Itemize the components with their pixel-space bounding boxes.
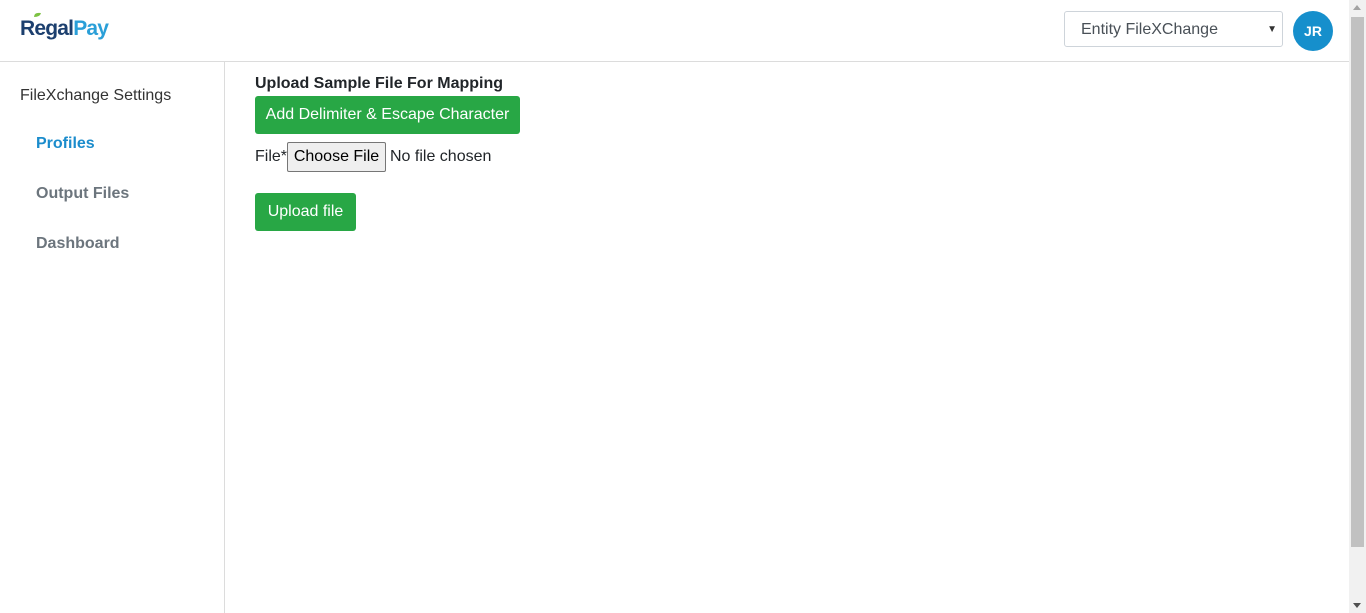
add-delimiter-button[interactable]: Add Delimiter & Escape Character [255, 96, 520, 134]
sidebar-item-dashboard[interactable]: Dashboard [36, 235, 120, 253]
upload-file-button[interactable]: Upload file [255, 193, 356, 231]
choose-file-button[interactable]: Choose File [287, 142, 386, 172]
sidebar-item-output-files[interactable]: Output Files [36, 185, 129, 203]
sidebar-title: FileXchange Settings [20, 87, 172, 104]
scroll-down-icon[interactable] [1353, 603, 1361, 608]
chevron-down-icon: ▼ [1267, 24, 1277, 35]
logo-pay-text: Pay [73, 17, 109, 40]
scrollbar-thumb[interactable] [1351, 17, 1364, 547]
regalpay-logo[interactable]: RegalPay [20, 12, 109, 41]
sidebar-item-profiles[interactable]: Profiles [36, 135, 95, 153]
top-header: RegalPay Entity FileXChange ▼ JR [0, 0, 1349, 62]
entity-select-value: Entity FileXChange [1081, 21, 1218, 38]
page-title: Upload Sample File For Mapping [255, 75, 504, 92]
file-label: File* [255, 148, 288, 165]
logo-regal-text: Regal [20, 17, 74, 40]
leaf-icon [34, 12, 41, 17]
scroll-up-icon[interactable] [1353, 5, 1361, 10]
sidebar: FileXchange Settings Profiles Output Fil… [0, 62, 225, 613]
vertical-scrollbar[interactable] [1349, 0, 1366, 613]
user-avatar[interactable]: JR [1293, 11, 1333, 51]
entity-select[interactable]: Entity FileXChange ▼ [1064, 11, 1283, 47]
file-status-text: No file chosen [390, 148, 492, 165]
